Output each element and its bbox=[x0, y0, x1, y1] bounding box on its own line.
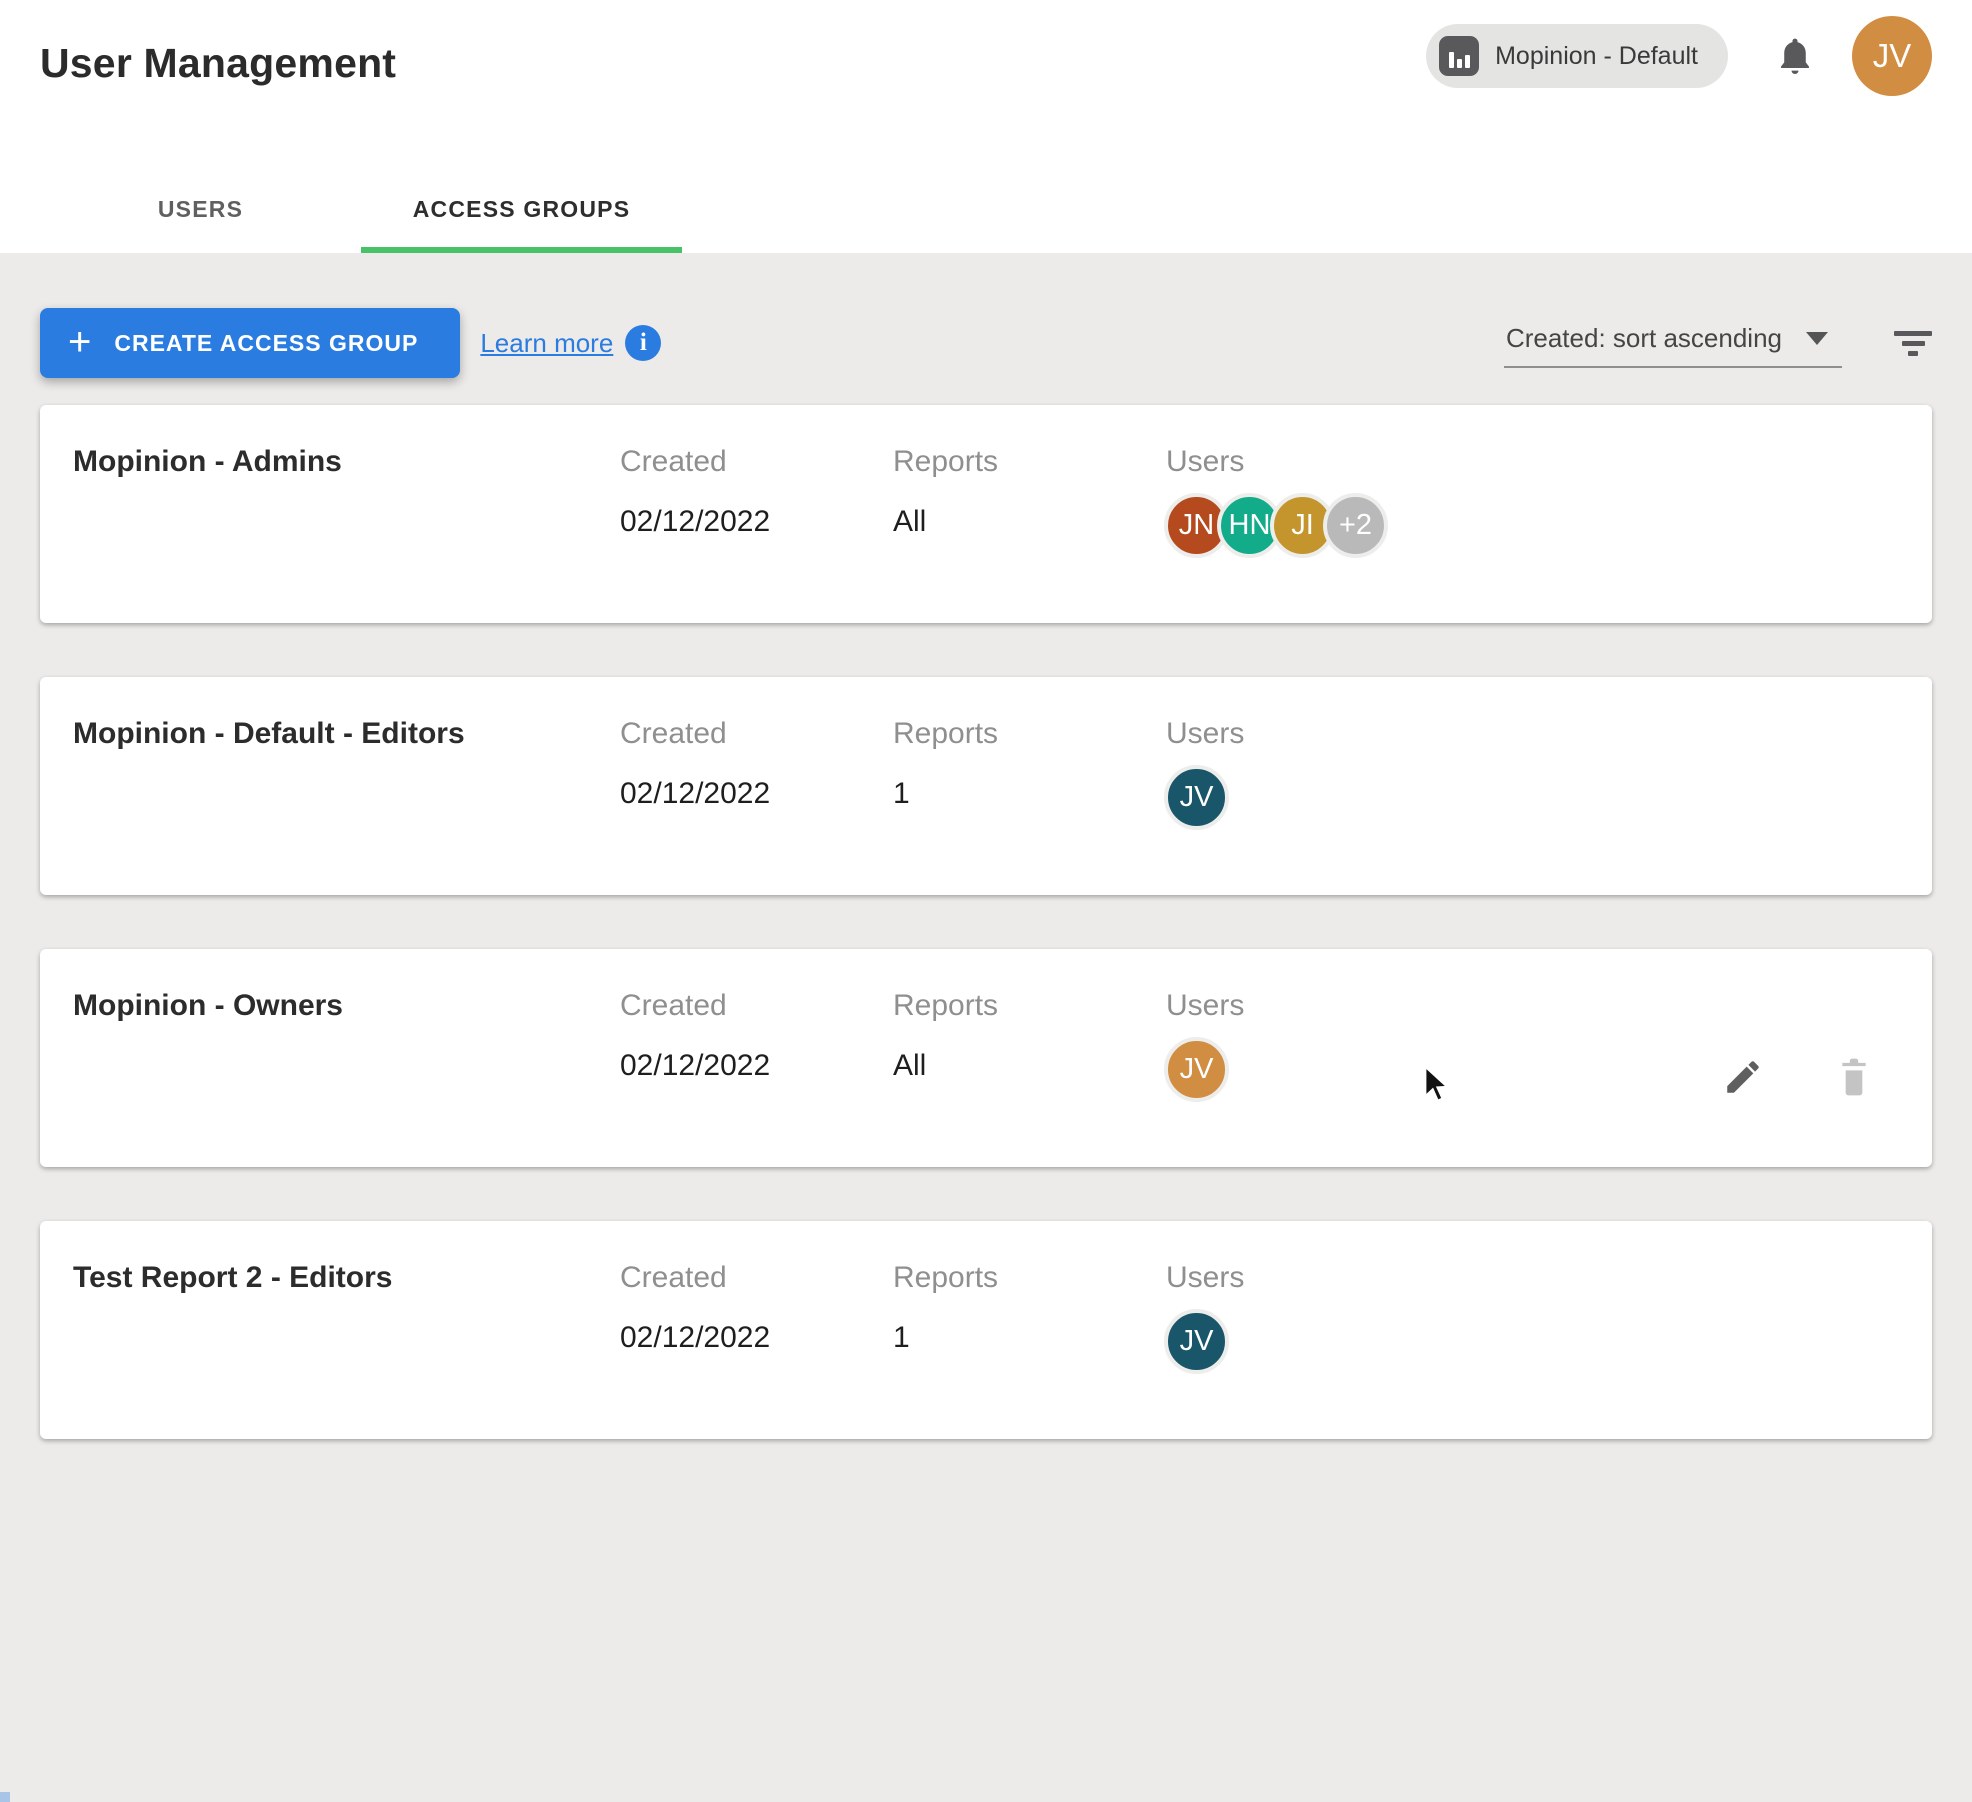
info-icon[interactable]: i bbox=[625, 325, 661, 361]
create-access-group-label: CREATE ACCESS GROUP bbox=[114, 330, 418, 357]
access-group-card[interactable]: Mopinion - Owners Created 02/12/2022 Report… bbox=[40, 949, 1932, 1167]
member-avatar[interactable]: JV bbox=[1164, 1037, 1229, 1102]
member-avatar[interactable]: JV bbox=[1164, 765, 1229, 830]
reports-column: Reports 1 bbox=[893, 1261, 998, 1355]
group-name: Mopinion - Admins bbox=[73, 445, 342, 479]
corner-decoration bbox=[0, 1792, 10, 1802]
access-group-card[interactable]: Test Report 2 - Editors Created 02/12/2022… bbox=[40, 1221, 1932, 1439]
pencil-icon bbox=[1722, 1086, 1764, 1101]
created-value: 02/12/2022 bbox=[620, 505, 770, 539]
user-avatar-group: JV bbox=[1164, 765, 1244, 830]
created-label: Created bbox=[620, 1261, 770, 1295]
created-label: Created bbox=[620, 445, 770, 479]
created-column: Created 02/12/2022 bbox=[620, 445, 770, 539]
tab-access-groups[interactable]: ACCESS GROUPS bbox=[361, 196, 682, 253]
users-column: Users JV bbox=[1166, 717, 1244, 830]
reports-label: Reports bbox=[893, 717, 998, 751]
users-column: Users JV bbox=[1166, 1261, 1244, 1374]
bar-chart-icon bbox=[1439, 36, 1479, 76]
created-value: 02/12/2022 bbox=[620, 777, 770, 811]
group-name: Mopinion - Owners bbox=[73, 989, 343, 1023]
workspace-name: Mopinion - Default bbox=[1495, 42, 1698, 71]
group-name: Mopinion - Default - Editors bbox=[73, 717, 465, 751]
reports-value: 1 bbox=[893, 777, 998, 811]
created-label: Created bbox=[620, 717, 770, 751]
filter-icon[interactable] bbox=[1894, 331, 1932, 356]
page-title: User Management bbox=[40, 40, 396, 87]
users-column: Users JNHNJI+2 bbox=[1166, 445, 1388, 558]
member-avatar[interactable]: JV bbox=[1164, 1309, 1229, 1374]
access-group-card[interactable]: Mopinion - Default - Editors Created 02/12… bbox=[40, 677, 1932, 895]
access-group-list: Mopinion - Admins Created 02/12/2022 Report… bbox=[40, 405, 1932, 1493]
card-actions bbox=[1722, 1055, 1874, 1099]
reports-value: All bbox=[893, 505, 998, 539]
chevron-down-icon bbox=[1806, 332, 1828, 345]
learn-more-link[interactable]: Learn more bbox=[480, 328, 613, 359]
created-column: Created 02/12/2022 bbox=[620, 1261, 770, 1355]
sort-dropdown[interactable]: Created: sort ascending bbox=[1504, 319, 1842, 368]
user-avatar-group: JV bbox=[1164, 1309, 1244, 1374]
user-avatar-group: JNHNJI+2 bbox=[1164, 493, 1388, 558]
users-label: Users bbox=[1166, 1261, 1244, 1295]
reports-column: Reports 1 bbox=[893, 717, 998, 811]
user-avatar-group: JV bbox=[1164, 1037, 1244, 1102]
reports-value: 1 bbox=[893, 1321, 998, 1355]
reports-column: Reports All bbox=[893, 445, 998, 539]
toolbar: + CREATE ACCESS GROUP Learn more i Creat… bbox=[40, 308, 1932, 378]
created-value: 02/12/2022 bbox=[620, 1321, 770, 1355]
users-column: Users JV bbox=[1166, 989, 1244, 1102]
users-label: Users bbox=[1166, 989, 1244, 1023]
page-header: User Management Mopinion - Default JV US… bbox=[0, 0, 1972, 253]
users-label: Users bbox=[1166, 717, 1244, 751]
reports-label: Reports bbox=[893, 445, 998, 479]
sort-dropdown-value: Created: sort ascending bbox=[1506, 323, 1782, 354]
reports-value: All bbox=[893, 1049, 998, 1083]
create-access-group-button[interactable]: + CREATE ACCESS GROUP bbox=[40, 308, 460, 378]
created-label: Created bbox=[620, 989, 770, 1023]
tab-users[interactable]: USERS bbox=[40, 196, 361, 253]
delete-group-button[interactable] bbox=[1834, 1055, 1874, 1099]
created-column: Created 02/12/2022 bbox=[620, 717, 770, 811]
access-group-card[interactable]: Mopinion - Admins Created 02/12/2022 Report… bbox=[40, 405, 1932, 623]
created-value: 02/12/2022 bbox=[620, 1049, 770, 1083]
trash-icon bbox=[1834, 1087, 1874, 1102]
edit-group-button[interactable] bbox=[1722, 1055, 1764, 1099]
users-label: Users bbox=[1166, 445, 1388, 479]
created-column: Created 02/12/2022 bbox=[620, 989, 770, 1083]
member-avatar[interactable]: +2 bbox=[1323, 493, 1388, 558]
reports-column: Reports All bbox=[893, 989, 998, 1083]
notifications-bell-icon[interactable] bbox=[1776, 35, 1814, 77]
reports-label: Reports bbox=[893, 989, 998, 1023]
workspace-switcher-button[interactable]: Mopinion - Default bbox=[1426, 24, 1728, 88]
tab-bar: USERS ACCESS GROUPS bbox=[40, 196, 682, 253]
reports-label: Reports bbox=[893, 1261, 998, 1295]
group-name: Test Report 2 - Editors bbox=[73, 1261, 392, 1295]
header-actions: Mopinion - Default JV bbox=[1426, 16, 1932, 96]
user-avatar[interactable]: JV bbox=[1852, 16, 1932, 96]
